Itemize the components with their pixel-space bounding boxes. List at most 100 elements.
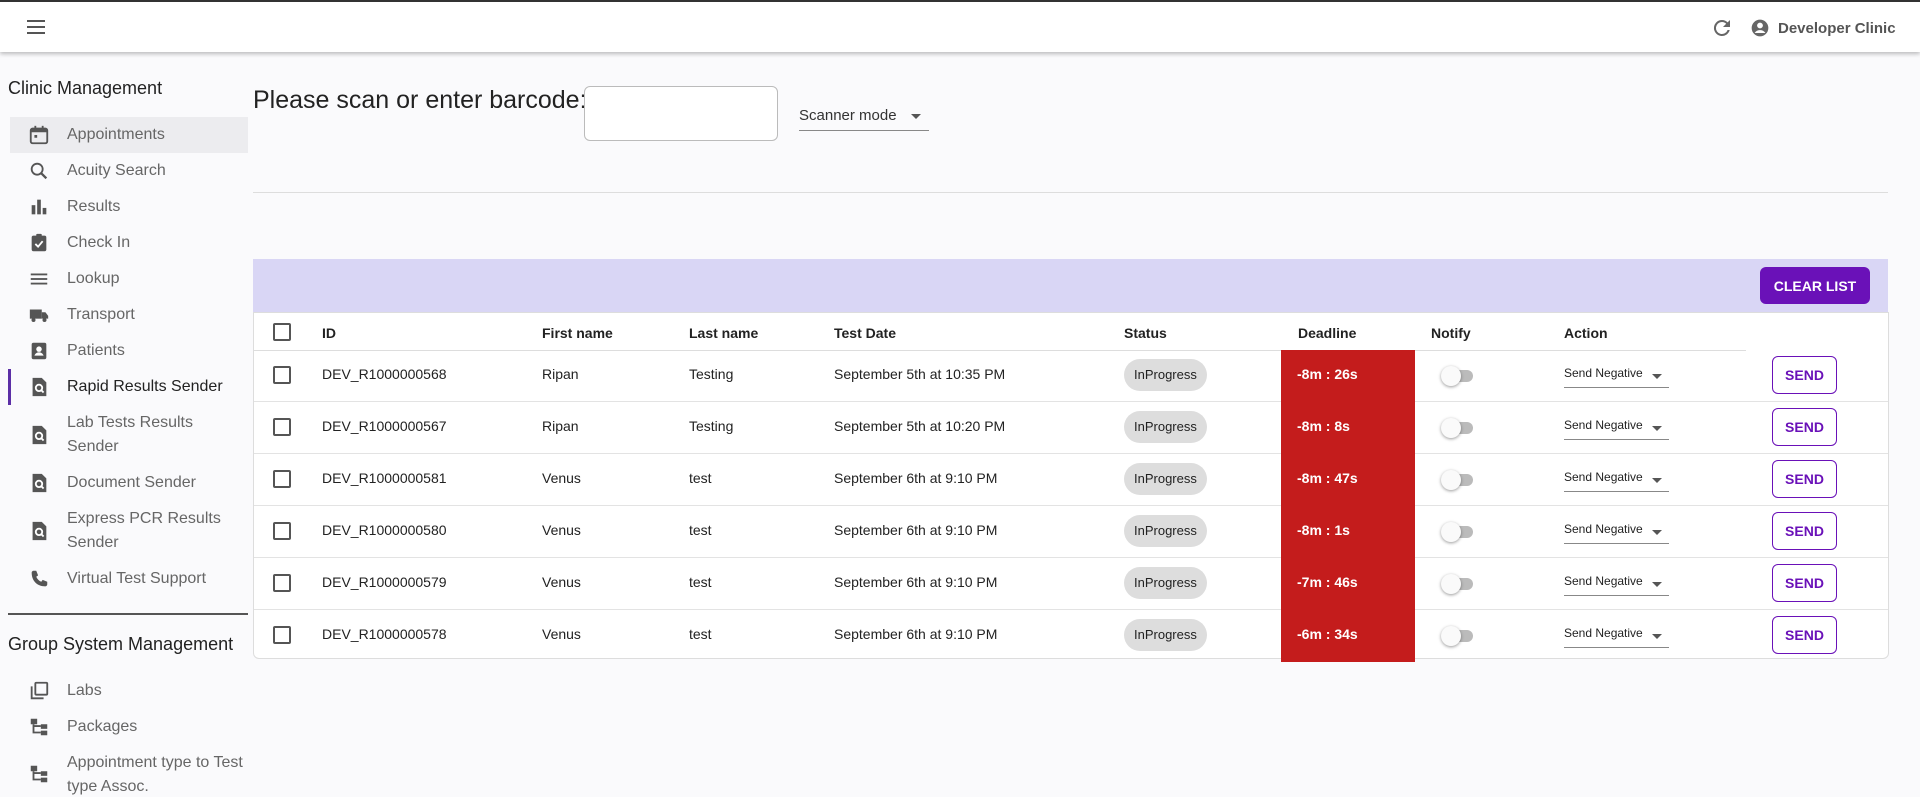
sidebar-item-document-sender[interactable]: Document Sender [10, 465, 248, 501]
user-name: Developer Clinic [1778, 19, 1896, 37]
send-button[interactable]: SEND [1772, 564, 1837, 602]
sidebar-item-labs[interactable]: Labs [10, 673, 248, 709]
deadline-value: -8m : 8s [1297, 418, 1350, 434]
notify-toggle[interactable] [1441, 522, 1475, 542]
send-button[interactable]: SEND [1772, 512, 1837, 550]
action-select[interactable]: Send Negative [1564, 364, 1669, 388]
sidebar-item-label: Acuity Search [67, 162, 166, 179]
sidebar-item-appointment-type-assoc[interactable]: Appointment type to Test type Assoc. [10, 745, 248, 797]
deadline-cell: -8m : 8s [1281, 402, 1415, 454]
chevron-down-icon [1652, 582, 1662, 587]
cell-id: DEV_R1000000567 [322, 418, 447, 434]
sidebar-item-transport[interactable]: Transport [10, 297, 248, 333]
menu-icon[interactable] [24, 16, 48, 40]
list-icon [30, 273, 48, 285]
sidebar-item-label: Results [67, 198, 121, 215]
status-badge: InProgress [1124, 359, 1207, 391]
contact-icon [31, 342, 47, 360]
deadline-value: -8m : 26s [1297, 366, 1358, 382]
sidebar-item-check-in[interactable]: Check In [10, 225, 248, 261]
deadline-value: -8m : 1s [1297, 522, 1350, 538]
send-button[interactable]: SEND [1772, 460, 1837, 498]
notify-toggle[interactable] [1441, 418, 1475, 438]
column-header-id: ID [322, 325, 336, 341]
sidebar-item-label: Document Sender [67, 474, 196, 491]
column-header-deadline: Deadline [1298, 325, 1357, 341]
notify-toggle[interactable] [1441, 366, 1475, 386]
action-select[interactable]: Send Negative [1564, 624, 1669, 648]
sidebar-item-virtual-test-support[interactable]: Virtual Test Support [10, 561, 248, 597]
chevron-down-icon [1652, 530, 1662, 535]
column-header-last-name: Last name [689, 325, 759, 341]
table-row: DEV_R1000000581 Venus test September 6th… [254, 454, 1888, 506]
hierarchy-icon [30, 765, 48, 783]
sidebar-item-lab-tests-results-sender[interactable]: Lab Tests Results Sender [10, 405, 248, 465]
scan-label: Please scan or enter barcode: [253, 86, 587, 114]
send-button[interactable]: SEND [1772, 616, 1837, 654]
cell-last-name: test [689, 470, 712, 486]
sidebar-item-patients[interactable]: Patients [10, 333, 248, 369]
document-search-icon [32, 377, 47, 397]
sidebar-item-label: Transport [67, 306, 135, 323]
results-table: ID First name Last name Test Date Status… [253, 312, 1889, 662]
cell-test-date: September 6th at 9:10 PM [834, 574, 998, 590]
cell-id: DEV_R1000000579 [322, 574, 447, 590]
send-button[interactable]: SEND [1772, 356, 1837, 394]
cell-last-name: test [689, 522, 712, 538]
clear-list-button[interactable]: CLEAR LIST [1760, 267, 1870, 304]
user-menu[interactable]: Developer Clinic [1750, 16, 1896, 40]
sidebar-item-label: Virtual Test Support [67, 570, 207, 587]
sidebar-item-lookup[interactable]: Lookup [10, 261, 248, 297]
barcode-input[interactable] [584, 86, 778, 141]
sidebar-item-acuity-search[interactable]: Acuity Search [10, 153, 248, 189]
row-checkbox[interactable] [273, 574, 291, 592]
cell-first-name: Venus [542, 574, 581, 590]
table-row: DEV_R1000000580 Venus test September 6th… [254, 506, 1888, 558]
notify-toggle[interactable] [1441, 574, 1475, 594]
search-icon [30, 162, 48, 180]
sidebar-item-rapid-results-sender[interactable]: Rapid Results Sender [8, 369, 248, 405]
sidebar-item-packages[interactable]: Packages [10, 709, 248, 745]
sidebar-item-label: Appointment type to Test type Assoc. [67, 754, 243, 795]
row-checkbox[interactable] [273, 626, 291, 644]
scanner-mode-select[interactable]: Scanner mode [799, 103, 929, 131]
row-checkbox[interactable] [273, 470, 291, 488]
account-circle-icon [1751, 19, 1769, 37]
action-select[interactable]: Send Negative [1564, 520, 1669, 544]
sidebar-item-label: Lab Tests Results Sender [67, 414, 193, 455]
library-icon [30, 681, 49, 700]
cell-id: DEV_R1000000580 [322, 522, 447, 538]
row-checkbox[interactable] [273, 366, 291, 384]
action-select[interactable]: Send Negative [1564, 468, 1669, 492]
cell-test-date: September 5th at 10:20 PM [834, 418, 1006, 434]
deadline-value: -8m : 47s [1297, 470, 1358, 486]
sidebar-item-label: Labs [67, 682, 102, 699]
cell-test-date: September 6th at 9:10 PM [834, 522, 998, 538]
chevron-down-icon [1652, 634, 1662, 639]
select-all-checkbox[interactable] [273, 323, 291, 341]
action-select[interactable]: Send Negative [1564, 572, 1669, 596]
sidebar-item-label: Rapid Results Sender [67, 378, 223, 395]
cell-last-name: Testing [689, 418, 734, 434]
notify-toggle[interactable] [1441, 470, 1475, 490]
row-checkbox[interactable] [273, 522, 291, 540]
status-badge: InProgress [1124, 515, 1207, 547]
column-header-notify: Notify [1431, 325, 1471, 341]
sidebar-item-results[interactable]: Results [10, 189, 248, 225]
action-select[interactable]: Send Negative [1564, 416, 1669, 440]
row-checkbox[interactable] [273, 418, 291, 436]
group-system-management-title: Group System Management [8, 634, 234, 654]
status-badge: InProgress [1124, 567, 1207, 599]
sidebar-item-label: Lookup [67, 270, 120, 287]
chevron-down-icon [1652, 374, 1662, 379]
deadline-cell: -8m : 1s [1281, 506, 1415, 558]
send-button[interactable]: SEND [1772, 408, 1837, 446]
chevron-down-icon [1652, 478, 1662, 483]
cell-first-name: Venus [542, 470, 581, 486]
notify-toggle[interactable] [1441, 626, 1475, 646]
sidebar-item-appointments[interactable]: Appointments [10, 117, 248, 153]
sidebar-item-express-pcr-results-sender[interactable]: Express PCR Results Sender [10, 501, 248, 561]
refresh-icon[interactable] [1710, 16, 1734, 40]
sidebar-item-label: Packages [67, 718, 138, 735]
truck-icon [29, 309, 49, 323]
